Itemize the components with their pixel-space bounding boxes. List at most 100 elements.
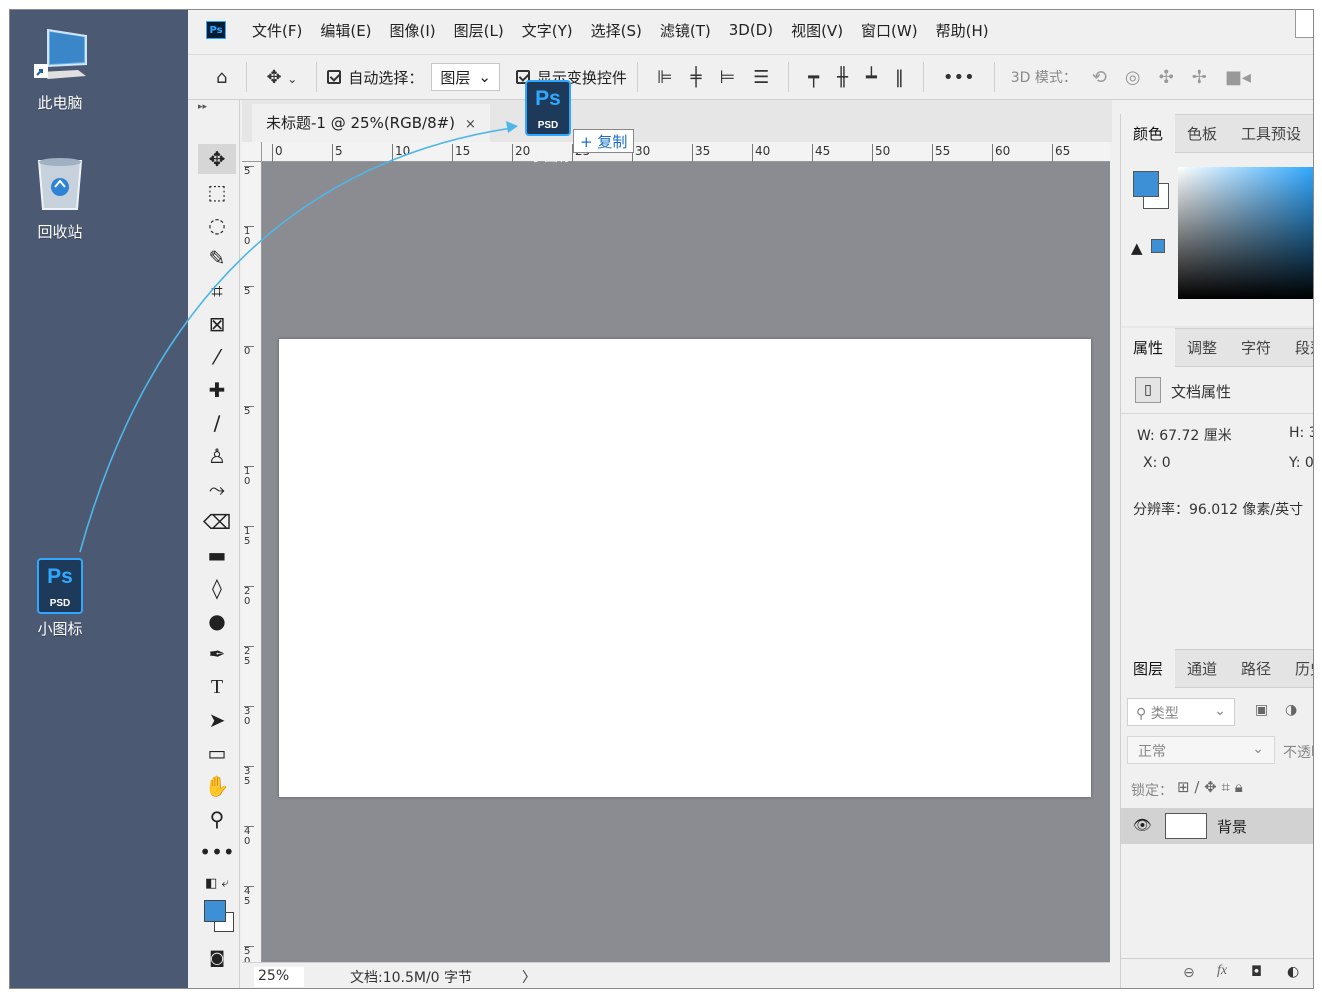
- lock-icons[interactable]: ⊞ ∕ ✥ ⌗ 🔒︎: [1177, 778, 1243, 796]
- close-icon[interactable]: ×: [465, 117, 476, 132]
- more-icon[interactable]: •••: [943, 67, 975, 88]
- auto-select-dropdown[interactable]: 图层 ⌄: [431, 63, 500, 91]
- clone-stamp-tool-icon[interactable]: ♙: [198, 441, 236, 471]
- type-tool-icon[interactable]: T: [198, 672, 236, 702]
- window-control-button[interactable]: [1295, 10, 1313, 38]
- tab-channels[interactable]: 通道: [1175, 649, 1229, 688]
- menu-help[interactable]: 帮助(H): [936, 20, 989, 41]
- menu-layer[interactable]: 图层(L): [454, 20, 504, 41]
- zoom-tool-icon[interactable]: ⚲: [198, 804, 236, 834]
- dodge-tool-icon[interactable]: ●: [198, 606, 236, 636]
- blur-tool-icon[interactable]: ◊: [198, 573, 236, 603]
- foreground-color-swatch[interactable]: [1133, 171, 1159, 197]
- quick-select-tool-icon[interactable]: ✎: [198, 243, 236, 273]
- web-color-swatch[interactable]: [1151, 239, 1165, 253]
- align-middle-icon[interactable]: ╫: [837, 67, 848, 88]
- lasso-tool-icon[interactable]: ◌: [198, 210, 236, 240]
- tab-paragraph[interactable]: 段落: [1283, 328, 1313, 367]
- zoom-level[interactable]: 25%: [254, 967, 304, 987]
- tab-properties[interactable]: 属性: [1121, 328, 1176, 367]
- canvas-area[interactable]: 05101520253035404550556065 51 05051 01 5…: [242, 142, 1110, 962]
- 3d-slide-icon[interactable]: ✢: [1192, 67, 1207, 88]
- align-left-icon[interactable]: ⊫: [657, 67, 673, 88]
- 3d-pan-icon[interactable]: ✣: [1159, 67, 1174, 88]
- path-select-tool-icon[interactable]: ➤: [198, 705, 236, 735]
- collapse-icon[interactable]: ▸▸: [198, 102, 207, 112]
- tab-layers[interactable]: 图层: [1121, 649, 1176, 688]
- mask-icon[interactable]: ◘: [1251, 964, 1262, 980]
- height-value[interactable]: H: 3: [1289, 425, 1313, 441]
- more-tools-icon[interactable]: •••: [198, 837, 236, 867]
- healing-brush-tool-icon[interactable]: ✚: [198, 375, 236, 405]
- horizontal-ruler[interactable]: 05101520253035404550556065: [262, 142, 1110, 162]
- link-layers-icon[interactable]: ⊖: [1183, 965, 1195, 981]
- distribute-vertical-icon[interactable]: ‖: [895, 67, 904, 88]
- document-info[interactable]: 文档:10.5M/0 字节: [350, 967, 472, 987]
- tab-adjustments[interactable]: 调整: [1175, 328, 1229, 367]
- align-right-icon[interactable]: ⊨: [719, 67, 735, 88]
- 3d-orbit-icon[interactable]: ⟲: [1092, 67, 1107, 88]
- vertical-ruler[interactable]: 5 1 0 5 0 5 1 0 1 5 2 0 2 5 3 0 3 5 4 0 4 5 5 0: [242, 162, 262, 962]
- document-canvas[interactable]: [279, 339, 1091, 797]
- align-center-icon[interactable]: ╪: [691, 67, 702, 88]
- layer-row[interactable]: 👁︎ 背景: [1121, 808, 1313, 844]
- brush-tool-icon[interactable]: ∕: [198, 408, 236, 438]
- filter-image-icon[interactable]: ▣: [1255, 702, 1268, 718]
- tab-color[interactable]: 颜色: [1121, 114, 1176, 153]
- crop-tool-icon[interactable]: ⌗: [198, 276, 236, 306]
- kind-filter-dropdown[interactable]: ⚲ 类型 ⌄: [1127, 698, 1235, 726]
- ruler-tick-label: 5: [244, 166, 254, 177]
- tab-character[interactable]: 字符: [1229, 328, 1283, 367]
- menu-filter[interactable]: 滤镜(T): [660, 20, 711, 41]
- tab-swatches[interactable]: 色板: [1175, 114, 1229, 153]
- tab-history[interactable]: 历史: [1283, 649, 1313, 688]
- filter-adjustment-icon[interactable]: ◑: [1285, 702, 1297, 718]
- desktop-icon-psd-file[interactable]: Ps PSD 小图标: [10, 558, 110, 639]
- menu-window[interactable]: 窗口(W): [861, 20, 918, 41]
- document-tab[interactable]: 未标题-1 @ 25%(RGB/8#) ×: [252, 104, 490, 142]
- x-value[interactable]: X: 0: [1143, 455, 1171, 471]
- hand-tool-icon[interactable]: ✋: [198, 771, 236, 801]
- menu-type[interactable]: 文字(Y): [522, 20, 573, 41]
- align-bottom-icon[interactable]: ┷: [866, 67, 877, 88]
- foreground-color-fill[interactable]: [204, 900, 226, 922]
- menu-edit[interactable]: 编辑(E): [320, 20, 371, 41]
- history-brush-tool-icon[interactable]: ⤳: [198, 474, 236, 504]
- eyedropper-tool-icon[interactable]: ⁄: [198, 342, 236, 372]
- frame-tool-icon[interactable]: ⊠: [198, 309, 236, 339]
- 3d-camera-icon[interactable]: ■◂: [1225, 67, 1251, 88]
- menu-view[interactable]: 视图(V): [791, 20, 843, 41]
- fx-icon[interactable]: fx: [1217, 963, 1227, 979]
- home-icon[interactable]: ⌂: [216, 67, 227, 88]
- marquee-tool-icon[interactable]: ⬚: [198, 177, 236, 207]
- menu-file[interactable]: 文件(F): [252, 20, 302, 41]
- desktop-icon-this-pc[interactable]: 此电脑: [10, 26, 110, 113]
- desktop-icon-label: 此电脑: [37, 94, 83, 112]
- rectangle-tool-icon[interactable]: ▭: [198, 738, 236, 768]
- gradient-tool-icon[interactable]: ▬: [198, 540, 236, 570]
- menu-3d[interactable]: 3D(D): [729, 21, 773, 39]
- eye-icon[interactable]: 👁︎: [1133, 816, 1152, 834]
- desktop-icon-recycle-bin[interactable]: 回收站: [10, 155, 110, 242]
- width-value[interactable]: W: 67.72 厘米: [1137, 425, 1232, 445]
- menu-image[interactable]: 图像(I): [390, 20, 436, 41]
- status-menu-arrow[interactable]: 〉: [522, 967, 536, 987]
- quick-mask-icon[interactable]: ◙: [198, 942, 236, 972]
- 3d-roll-icon[interactable]: ◎: [1125, 67, 1141, 88]
- ruler-corner[interactable]: [242, 142, 262, 162]
- move-tool-icon[interactable]: ✥: [198, 144, 236, 174]
- adjustment-layer-icon[interactable]: ◐: [1287, 964, 1299, 980]
- pen-tool-icon[interactable]: ✒: [198, 639, 236, 669]
- move-tool-preset-icon[interactable]: ✥ ⌄: [266, 67, 297, 88]
- blend-mode-dropdown[interactable]: 正常 ⌄: [1127, 736, 1275, 764]
- color-picker-field[interactable]: [1178, 167, 1313, 299]
- menu-select[interactable]: 选择(S): [591, 20, 642, 41]
- eraser-tool-icon[interactable]: ⌫: [198, 507, 236, 537]
- distribute-icon[interactable]: ☰: [753, 67, 769, 88]
- tab-paths[interactable]: 路径: [1229, 649, 1283, 688]
- align-top-icon[interactable]: ┯: [808, 67, 819, 88]
- swap-colors-icon[interactable]: ◧ ⤶: [198, 868, 236, 898]
- auto-select-checkbox[interactable]: [327, 70, 342, 84]
- tab-tool-presets[interactable]: 工具预设: [1229, 114, 1313, 153]
- y-value[interactable]: Y: 0: [1289, 455, 1313, 471]
